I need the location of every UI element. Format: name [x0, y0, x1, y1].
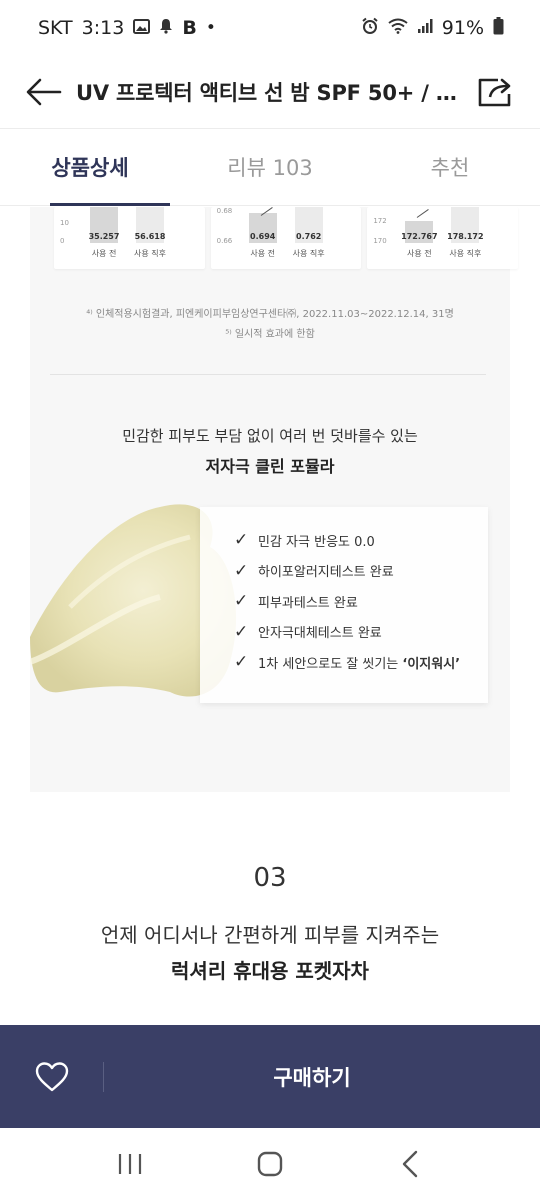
- check-text: 1차 세안으로도 잘 씻기는 ‘이지워시’: [258, 656, 461, 672]
- label-before: 사용 전: [250, 249, 275, 258]
- detail-panel: 10 0 35.257 56.618 사용 전 사용 직후 0.68 0.66 …: [30, 207, 519, 792]
- check-icon: ✓: [234, 621, 249, 642]
- check-item: ✓ 1차 세안으로도 잘 씻기는 ‘이지워시’: [234, 647, 488, 678]
- check-icon: ✓: [234, 560, 249, 581]
- check-list-card: ✓ 민감 자극 반응도 0.0 ✓ 하이포알러지테스트 완료 ✓ 피부과테스트 …: [200, 507, 488, 703]
- image-icon: [133, 18, 151, 38]
- status-bar: SKT 3:13 B • 91%: [0, 0, 540, 56]
- result-charts: 10 0 35.257 56.618 사용 전 사용 직후 0.68 0.66 …: [54, 207, 519, 269]
- tab-reviews[interactable]: 리뷰 103: [180, 129, 360, 205]
- label-after: 사용 직후: [134, 249, 166, 258]
- heart-icon: [35, 1061, 68, 1091]
- check-icon: ✓: [234, 591, 249, 612]
- recents-icon: [118, 1154, 142, 1174]
- carrier-label: SKT: [38, 17, 73, 39]
- trend-line: [417, 209, 430, 218]
- purchase-bar: 구매하기: [0, 1025, 540, 1128]
- product-detail-content[interactable]: 10 0 35.257 56.618 사용 전 사용 직후 0.68 0.66 …: [0, 207, 540, 1025]
- check-item: ✓ 하이포알러지테스트 완료: [234, 556, 488, 587]
- back-button[interactable]: [26, 72, 66, 112]
- label-before: 사용 전: [91, 249, 117, 258]
- recents-button[interactable]: [100, 1139, 160, 1189]
- tab-recommend[interactable]: 추천: [360, 129, 540, 205]
- value-before: 35.257: [88, 232, 120, 241]
- back-nav-button[interactable]: [380, 1139, 440, 1189]
- label-before: 사용 전: [407, 249, 432, 258]
- footnote-1: ⁴⁾ 인체적용시험결과, 피엔케이피부임상연구센타㈜, 2022.11.03~2…: [86, 309, 454, 320]
- section-subheading: 민감한 피부도 부담 없이 여러 번 덧바를수 있는: [122, 427, 418, 445]
- status-left: SKT 3:13 B •: [38, 17, 216, 39]
- signal-icon: [417, 18, 433, 38]
- wifi-icon: [388, 18, 408, 38]
- page-title: UV 프로텍터 액티브 선 밤 SPF 50+ / …: [76, 81, 457, 105]
- value-after: 178.172: [447, 232, 484, 241]
- check-item: ✓ 안자극대체테스트 완료: [234, 617, 488, 648]
- status-right: 91%: [361, 17, 504, 39]
- check-item: ✓ 피부과테스트 완료: [234, 586, 488, 617]
- chart-tick: 10: [60, 219, 69, 227]
- check-icon: ✓: [234, 530, 249, 551]
- share-icon: [478, 78, 511, 107]
- clock: 3:13: [81, 17, 125, 39]
- check-icon: ✓: [234, 652, 249, 673]
- share-button[interactable]: [472, 72, 516, 112]
- battery-percent: 91%: [441, 17, 484, 39]
- alarm-icon: [361, 17, 379, 39]
- section-subheading: 언제 어디서나 간편하게 피부를 지켜주는: [100, 923, 440, 947]
- chart-tick: 0: [60, 237, 65, 245]
- b-app-icon: B: [182, 17, 197, 39]
- home-icon: [257, 1151, 283, 1177]
- footnote-2: ⁵⁾ 일시적 효과에 한함: [225, 329, 315, 340]
- bell-icon: [159, 18, 173, 38]
- value-before: 0.694: [250, 232, 276, 241]
- section-heading: 럭셔리 휴대용 포켓자차: [171, 959, 369, 983]
- check-text: 안자극대체테스트 완료: [258, 626, 382, 642]
- check-item: ✓ 민감 자극 반응도 0.0: [234, 525, 488, 556]
- tab-bar: 상품상세 리뷰 103 추천: [0, 128, 540, 206]
- home-button[interactable]: [240, 1139, 300, 1189]
- wishlist-button[interactable]: [0, 1061, 104, 1092]
- chart-card-2: 0.68 0.66 0.694 0.762 사용 전 사용 직후: [210, 207, 362, 269]
- section-heading: 저자극 클린 포뮬라: [205, 457, 335, 476]
- system-nav-bar: [0, 1128, 540, 1200]
- label-after: 사용 직후: [449, 249, 482, 258]
- value-before: 172.767: [401, 232, 438, 241]
- value-after: 0.762: [296, 232, 322, 241]
- divider: [50, 374, 486, 375]
- tab-product-detail[interactable]: 상품상세: [0, 129, 180, 206]
- chart-tick: 170: [373, 237, 387, 245]
- chart-tick: 0.68: [216, 207, 233, 215]
- value-after: 56.618: [134, 232, 166, 241]
- dot-icon: •: [205, 17, 216, 38]
- chart-tick: 172: [373, 217, 387, 225]
- battery-icon: [493, 17, 504, 39]
- app-bar: UV 프로텍터 액티브 선 밤 SPF 50+ / …: [0, 56, 540, 128]
- check-text: 하이포알러지테스트 완료: [258, 565, 394, 581]
- footnotes: ⁴⁾ 인체적용시험결과, 피엔케이피부임상연구센타㈜, 2022.11.03~2…: [30, 305, 510, 345]
- check-text: 피부과테스트 완료: [258, 595, 358, 611]
- arrow-left-icon: [26, 78, 62, 106]
- buy-button[interactable]: 구매하기: [104, 1062, 540, 1092]
- check-text: 민감 자극 반응도 0.0: [258, 534, 375, 550]
- section-number: 03: [253, 863, 287, 893]
- label-after: 사용 직후: [292, 249, 325, 258]
- chart-card-1: 10 0 35.257 56.618 사용 전 사용 직후: [54, 207, 205, 269]
- chart-tick: 0.66: [216, 237, 233, 245]
- chevron-left-icon: [402, 1150, 418, 1178]
- chart-card-3: 172 170 172.767 178.172 사용 전 사용 직후: [367, 207, 519, 269]
